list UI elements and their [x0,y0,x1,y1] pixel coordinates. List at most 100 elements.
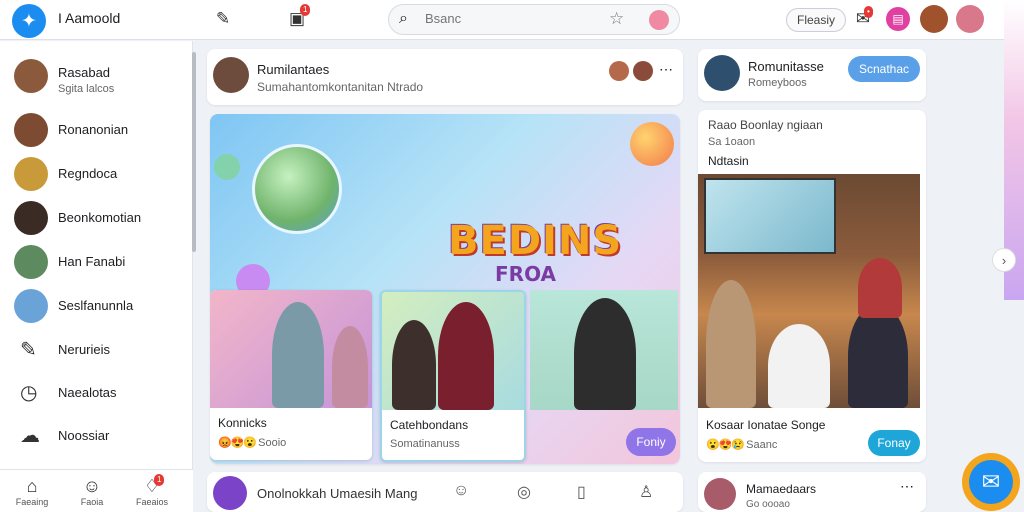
suggested-avatar[interactable] [704,55,740,91]
chevron-right-icon[interactable]: › [992,248,1016,272]
sidebar-item-label: Beonkomotian [58,210,142,225]
person-figure [392,320,436,410]
hero-card-3-image [530,290,678,410]
nav-chat[interactable]: ☺ Faoia [64,476,120,507]
hero-card-2-meta: Somatinanuss [390,438,460,450]
profile-mini-avatar[interactable] [649,10,669,30]
filter-button[interactable]: Fleasiy [786,8,846,32]
sidebar-item-label: Han Fanabi [58,254,126,269]
event-header: Raao Boonlay ngiaan [708,118,823,132]
suggested-sub-2: Go oooao [746,499,790,510]
person-figure [706,280,756,408]
reply-button[interactable]: Foniy [626,428,676,456]
person-figure [768,324,830,408]
sidebar-item-7[interactable]: ☁ Noossiar [8,417,183,457]
feed-author-avatar[interactable] [213,57,249,93]
sidebar-item-6[interactable]: ◷ Naealotas [8,374,183,414]
participant-avatar[interactable] [609,61,629,81]
event-card[interactable]: Raao Boonlay ngiaan Sa 1oaon Ndtasin Kos… [698,110,926,462]
event-date: Sa 1oaon [708,136,756,148]
edit-icon[interactable]: ✎ [210,6,236,32]
sidebar-avatar [14,245,48,279]
sidebar-item-label: Ronanonian [58,122,129,137]
message-icon[interactable]: ✉ • [850,6,876,32]
nav-notifications-label: Faeaios [135,497,169,507]
event-photo[interactable] [698,174,920,408]
gallery-icon[interactable]: ▯ [577,482,586,502]
floating-action-button[interactable]: ✉ [962,453,1020,511]
sidebar-avatar [14,289,48,323]
star-icon[interactable]: ☆ [609,9,624,29]
sidebar-avatar [14,113,48,147]
suggested-card-2[interactable]: Mamaedaars Go oooao ⋯ [698,472,926,512]
nav-chat-label: Faoia [80,497,104,507]
person-icon[interactable]: ♙ [639,482,653,502]
hero-card-1[interactable]: Konnicks 😡😍😮 Sooio [210,290,372,460]
composer-avatar[interactable] [213,476,247,510]
cloud-icon: ☁ [20,425,40,447]
user-avatar[interactable] [920,5,948,33]
event-meta: 😮😍😢 Saanc [706,438,777,451]
hero-card-1-meta: 😡😍😮 Sooio [218,436,286,449]
sidebar-item-3[interactable]: Han Fanabi [8,243,183,283]
sidebar-item-2[interactable]: Beonkomotian [8,199,183,239]
search-bar[interactable]: ⌕ ☆ [388,4,680,35]
hero-title: BEDINS [448,218,623,264]
person-figure [848,304,908,408]
person-figure [438,302,494,410]
sidebar-avatar [14,201,48,235]
sidebar-item-4[interactable]: Seslfanunnla [8,287,183,327]
more-options-icon[interactable]: ⋯ [900,478,914,495]
person-figure [272,302,324,408]
smile-icon[interactable]: ☺ [453,482,469,500]
person-figure [332,326,368,408]
bottom-nav: ⌂ Faeaing ☺ Faoia ♢ Faeaios 1 [0,469,193,512]
pencil-icon: ✎ [20,339,37,361]
event-caption: Kosaar Ionatae Songe [706,418,826,432]
event-reply-button[interactable]: Fonay [868,430,920,456]
hero-card-1-title: Konnicks [218,416,267,430]
sidebar-scrollbar[interactable] [192,52,196,252]
chat-icon: ☺ [82,476,102,496]
timer-icon: ◷ [20,382,38,404]
participant-avatar[interactable] [633,61,653,81]
post-composer[interactable]: Onolnokkah Umaesih Mang ☺ ◎ ▯ ♙ [207,472,683,512]
sidebar-item-label: Naealotas [58,385,117,400]
sidebar-item-label: Noossiar [58,428,110,443]
search-input[interactable] [425,11,595,26]
suggested-avatar-2[interactable] [704,478,736,510]
sidebar-item-0[interactable]: Ronanonian [8,111,183,151]
top-bar: ✦ I Aamoold ✎ ▣ 1 ⌕ ☆ Fleasiy ✉ • ▤ [0,0,1004,40]
camera-icon[interactable]: ◎ [517,482,531,502]
sidebar-item-label: Regndoca [58,166,118,181]
sidebar-item-5[interactable]: ✎ Nerurieis [8,331,183,371]
profile-name: Rasabad [58,65,111,80]
hero-card-1-meta-text: Sooio [258,437,287,449]
sidebar-item-1[interactable]: Regndoca [8,155,183,195]
sidebar-avatar [14,157,48,191]
event-title: Ndtasin [708,154,749,168]
nav-home[interactable]: ⌂ Faeaing [4,476,60,507]
suggested-profile-card[interactable]: Romunitasse Romeyboos Scnathac [698,49,926,101]
profile-status: Sgita lalcos [58,83,115,95]
hero-subtitle: FROA [495,262,557,286]
sidebar-item-label: Seslfanunnla [58,298,134,313]
notifications-icon[interactable]: ▣ 1 [284,4,311,32]
shop-icon[interactable]: ▤ [886,7,910,31]
follow-button[interactable]: Scnathac [848,56,920,82]
sidebar-profile[interactable]: Rasabad Sgita lalcos [8,57,183,97]
composer-placeholder[interactable]: Onolnokkah Umaesih Mang [257,486,417,501]
suggested-sub: Romeyboos [748,77,807,89]
hero-card-2[interactable]: Catehbondans Somatinanuss [380,290,526,462]
nav-notifications[interactable]: ♢ Faeaios 1 [124,474,180,507]
more-options-icon[interactable]: ⋯ [659,61,673,78]
app-logo-icon[interactable]: ✦ [12,4,46,38]
notification-badge: 1 [300,4,311,16]
account-avatar[interactable] [956,5,984,33]
reaction-emojis: 😡😍😮 [218,437,259,449]
feed-header-card[interactable]: Rumilantaes Sumahantomkontanitan Ntrado … [207,49,683,105]
hero-post[interactable]: BEDINS FROA Konnicks 😡😍😮 Sooio Catehbond… [210,114,680,464]
world-bubble-image [252,144,342,234]
home-icon: ⌂ [26,476,38,496]
message-badge: • [864,6,873,18]
